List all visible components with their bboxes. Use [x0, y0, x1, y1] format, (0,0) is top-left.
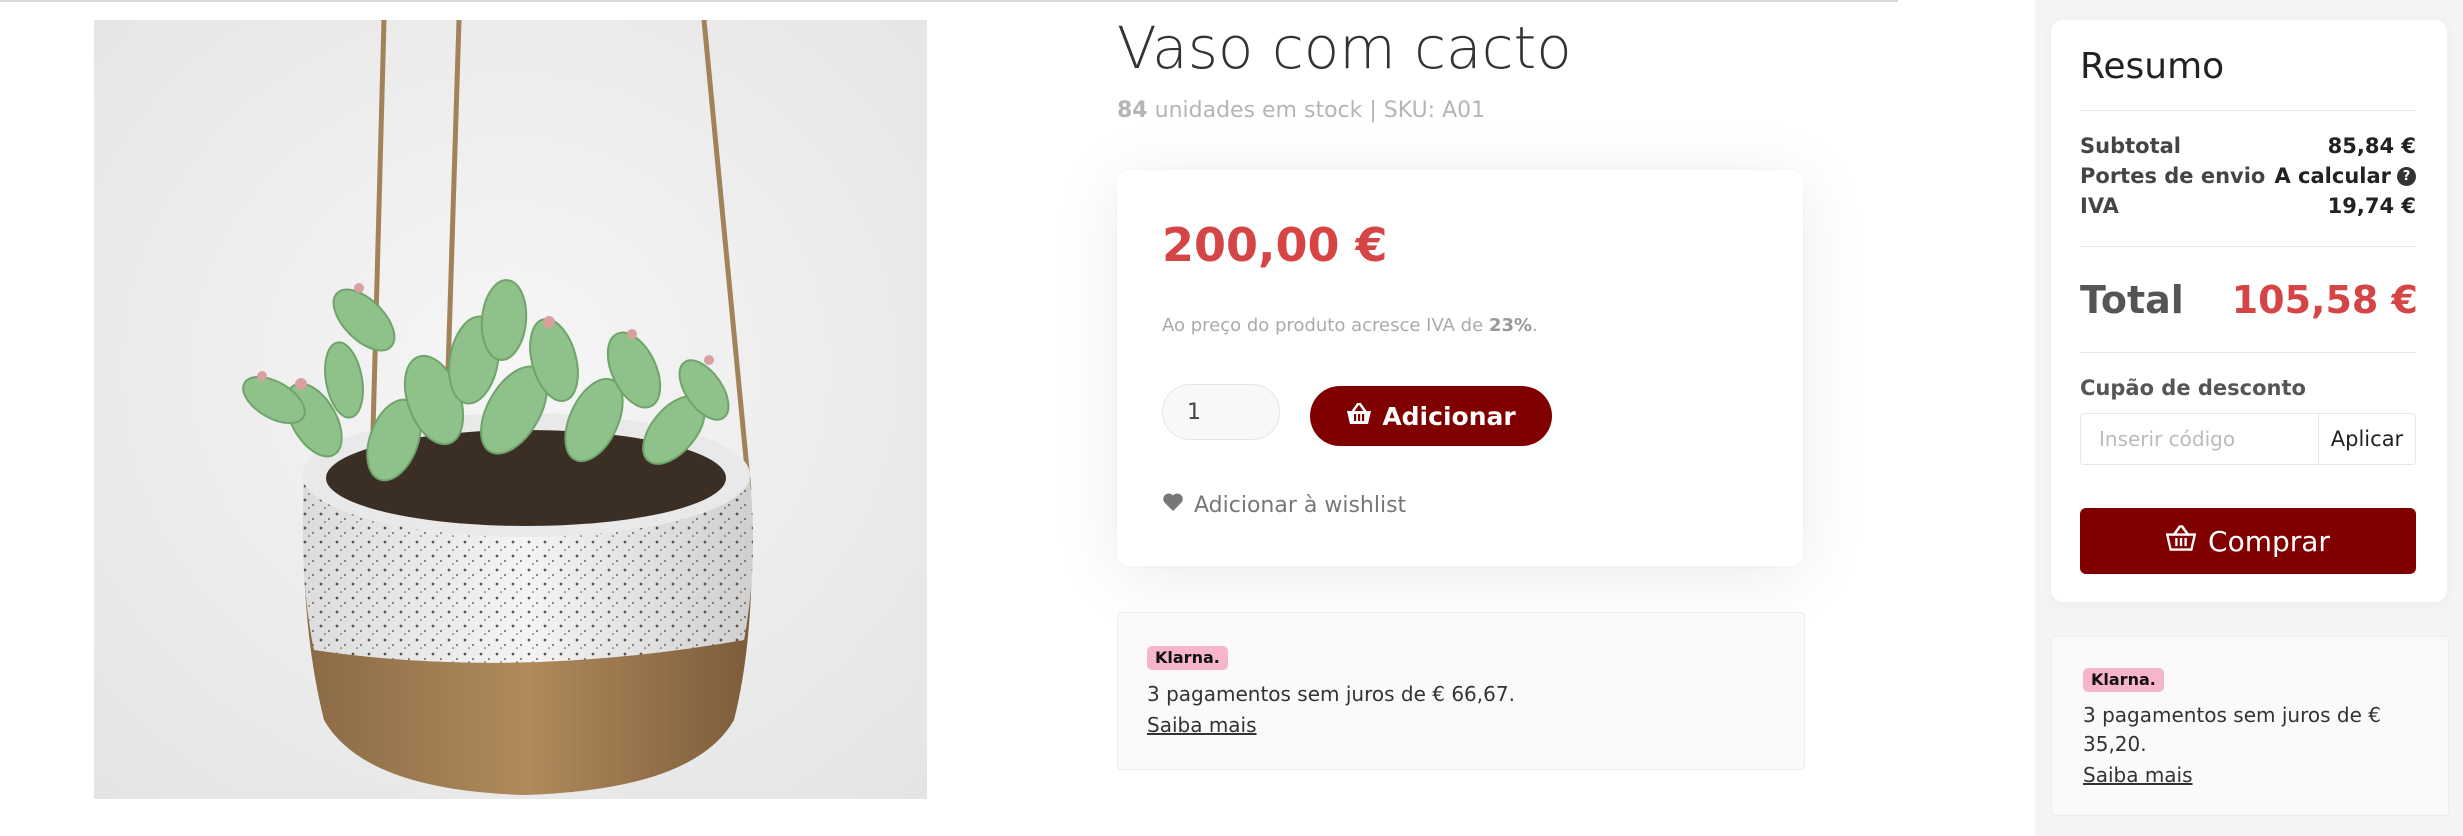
buy-card: 200,00 € Ao preço do produto acresce IVA… [1117, 170, 1803, 566]
subtotal-row: Subtotal 85,84 € [2080, 134, 2416, 158]
summary-divider [2080, 246, 2416, 247]
klarna-promo: Klarna. 3 pagamentos sem juros de € 66,6… [1117, 612, 1805, 770]
vat-rate: 23% [1488, 315, 1533, 336]
shipping-row: Portes de envio A calcular ? [2080, 164, 2416, 188]
vat-label: IVA [2080, 194, 2119, 218]
stock-sku-text: unidades em stock | SKU: A01 [1154, 98, 1486, 123]
apply-coupon-button[interactable]: Aplicar [2318, 413, 2416, 465]
product-image [94, 20, 927, 799]
top-divider [0, 0, 1898, 2]
coupon-label: Cupão de desconto [2080, 376, 2306, 400]
order-summary: Resumo Subtotal 85,84 € Portes de envio … [2051, 20, 2447, 602]
vat-value: 19,74 € [2327, 194, 2416, 218]
vat-note-text: Ao preço do produto acresce IVA de [1162, 315, 1484, 336]
vat-row: IVA 19,74 € [2080, 194, 2416, 218]
vat-note-end: . [1532, 315, 1538, 336]
stock-count: 84 [1117, 98, 1148, 123]
shipping-value-text: A calcular [2274, 164, 2391, 188]
vat-note: Ao preço do produto acresce IVA de 23%. [1162, 315, 1538, 336]
product-title: Vaso com cacto [1117, 14, 1572, 82]
shipping-label: Portes de envio [2080, 164, 2266, 188]
total-value: 105,58 € [2231, 278, 2418, 322]
subtotal-value: 85,84 € [2327, 134, 2416, 158]
coupon-input[interactable] [2080, 413, 2318, 465]
buy-button[interactable]: Comprar [2080, 508, 2416, 574]
klarna-logo: Klarna. [1147, 646, 1228, 670]
shipping-value: A calcular ? [2274, 164, 2416, 188]
add-to-cart-button[interactable]: Adicionar [1310, 386, 1552, 446]
klarna-logo: Klarna. [2083, 668, 2164, 692]
klarna-learn-more-link[interactable]: Saiba mais [1147, 713, 1257, 737]
add-button-label: Adicionar [1382, 401, 1516, 431]
klarna-installments-text: 3 pagamentos sem juros de € 66,67. [1147, 682, 1515, 706]
summary-divider [2080, 352, 2416, 353]
total-label: Total [2080, 278, 2184, 322]
heart-icon [1162, 492, 1184, 518]
summary-title: Resumo [2080, 46, 2225, 87]
stock-info: 84 unidades em stock | SKU: A01 [1117, 98, 1485, 123]
question-circle-icon[interactable]: ? [2397, 166, 2416, 186]
klarna-installments-text: 3 pagamentos sem juros de € 35,20. [2083, 703, 2381, 756]
subtotal-label: Subtotal [2080, 134, 2181, 158]
wishlist-label: Adicionar à wishlist [1194, 492, 1407, 518]
basket-icon [1346, 402, 1372, 431]
buy-button-label: Comprar [2208, 524, 2330, 558]
product-price: 200,00 € [1162, 218, 1388, 272]
quantity-input[interactable] [1162, 384, 1280, 440]
add-to-wishlist-link[interactable]: Adicionar à wishlist [1162, 492, 1406, 518]
summary-divider [2080, 110, 2416, 111]
klarna-learn-more-link[interactable]: Saiba mais [2083, 763, 2193, 787]
basket-icon [2165, 524, 2197, 558]
klarna-summary-promo: Klarna. 3 pagamentos sem juros de € 35,2… [2051, 636, 2449, 816]
